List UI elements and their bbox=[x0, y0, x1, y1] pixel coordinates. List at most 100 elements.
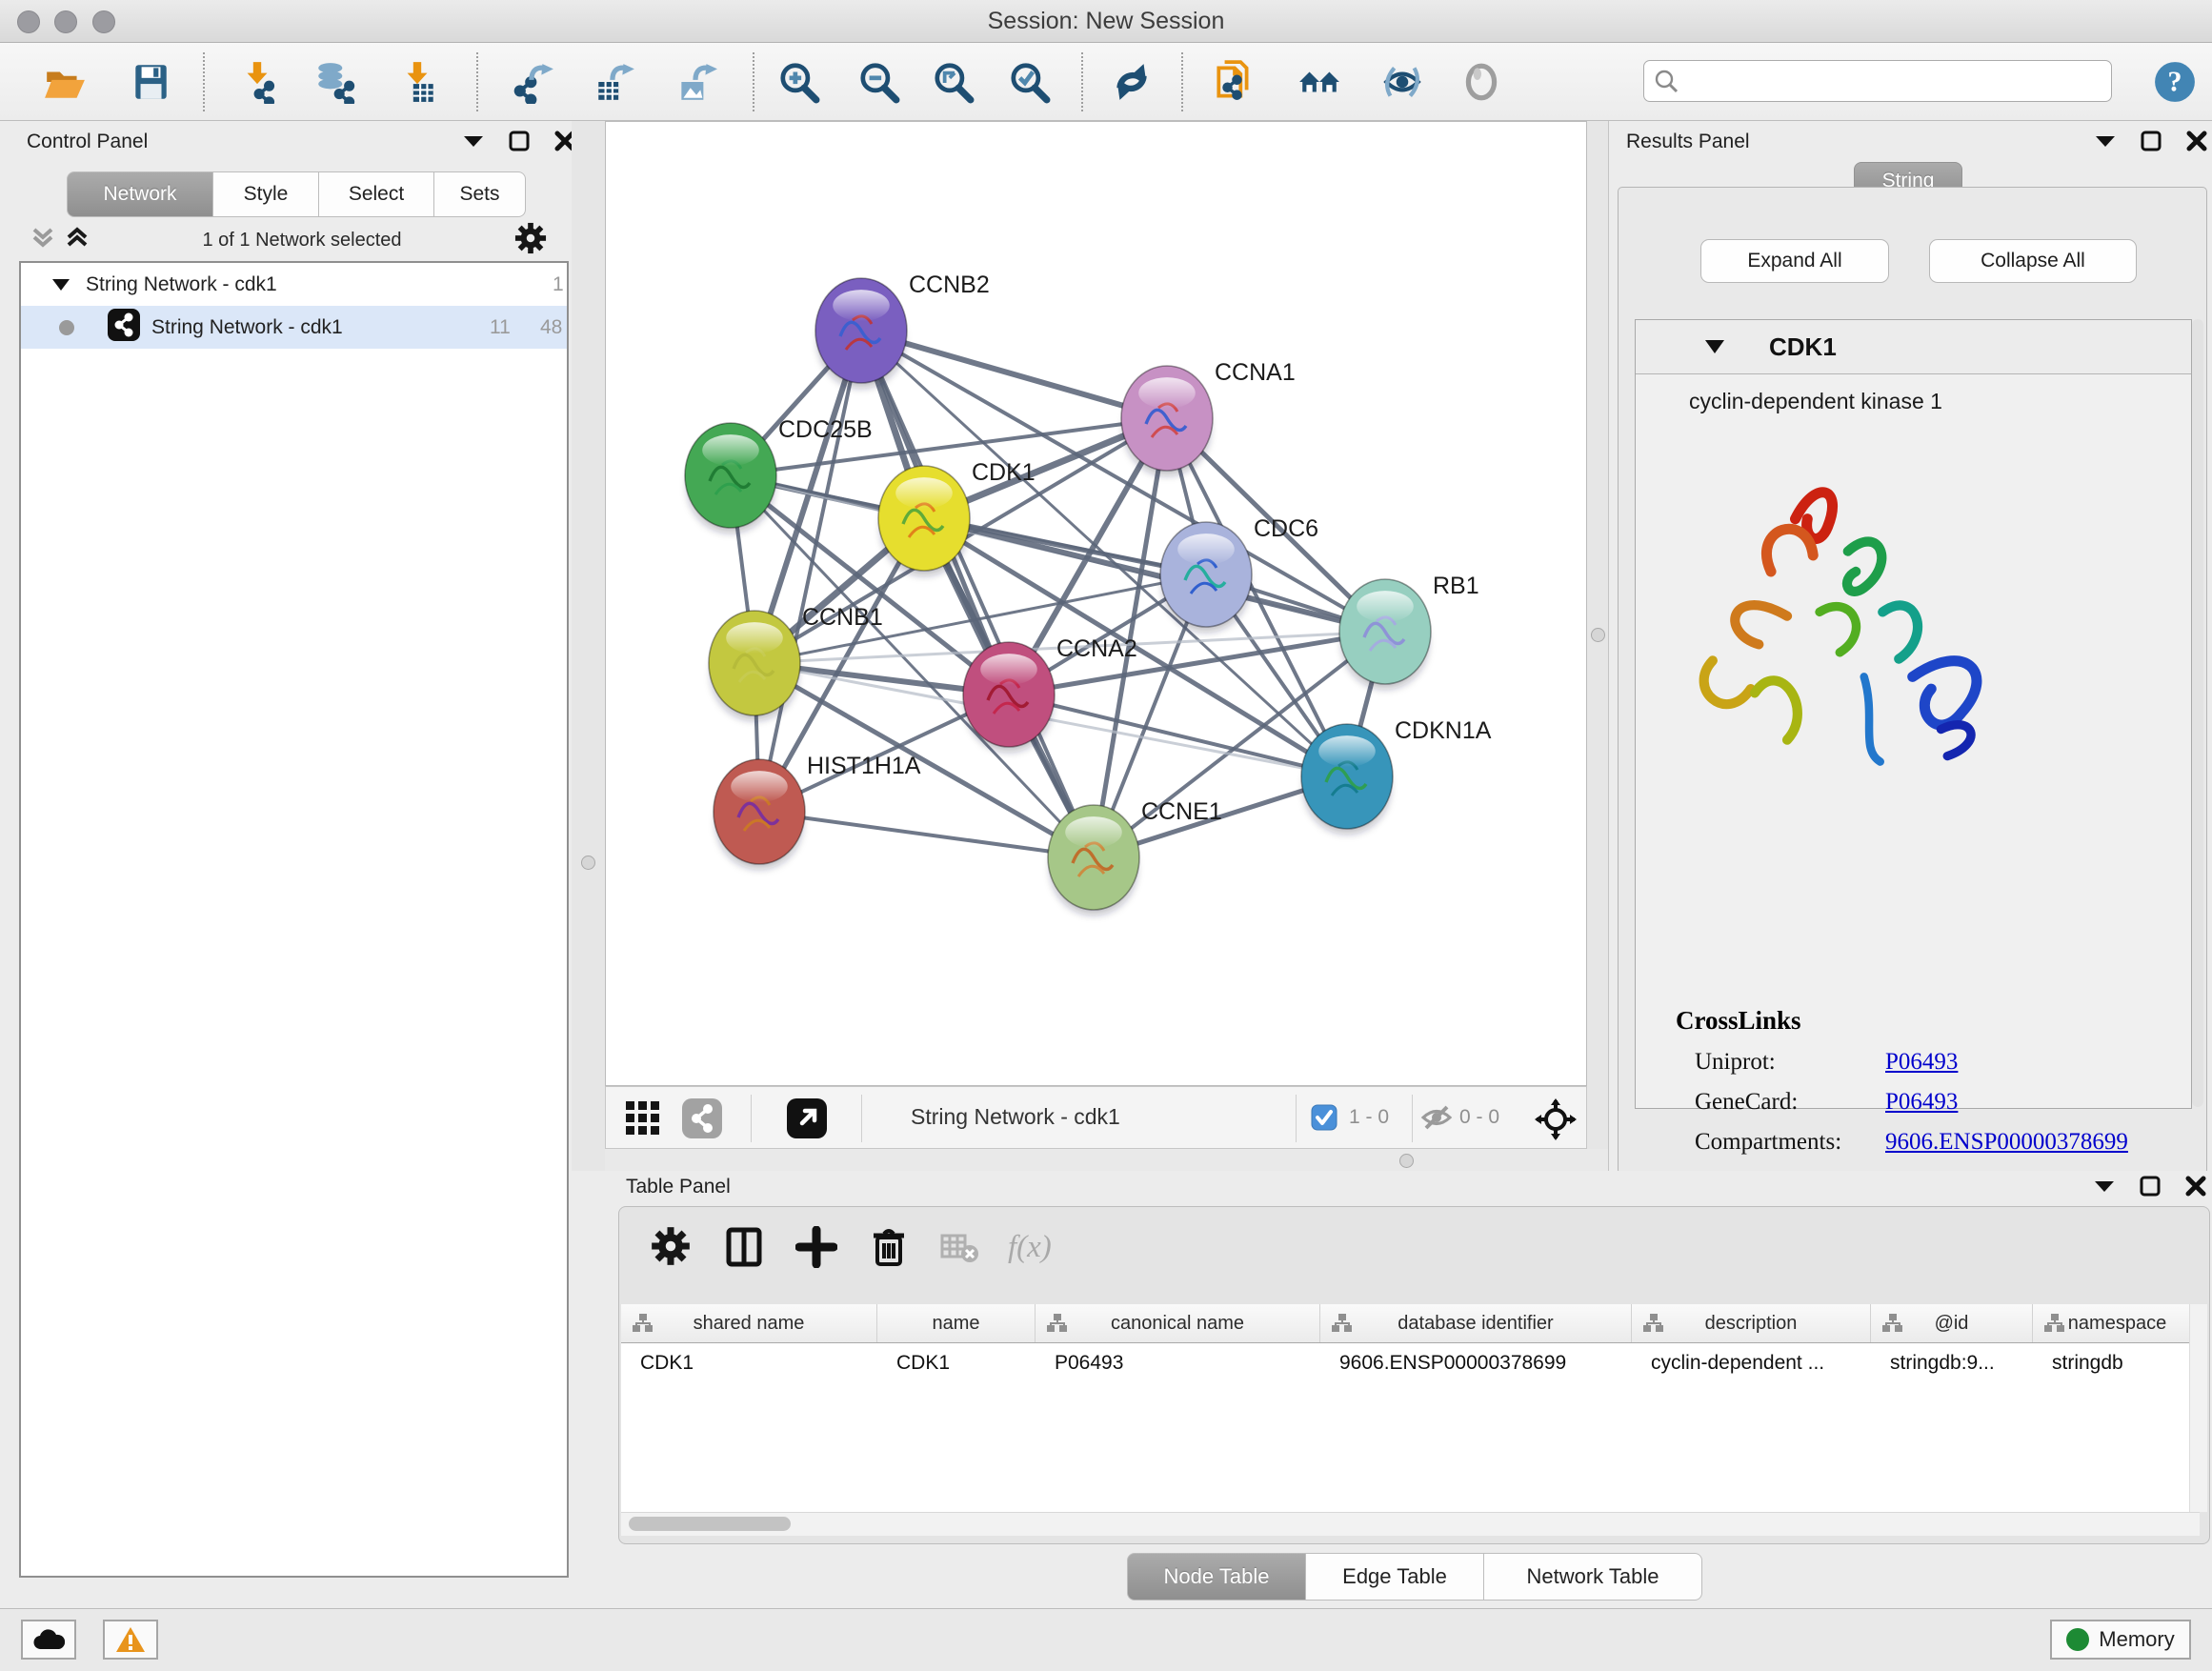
network-node-cdk1[interactable]: CDK1 bbox=[878, 459, 1036, 575]
show-eye-icon[interactable] bbox=[1459, 60, 1503, 104]
panel-close-icon[interactable] bbox=[2183, 1174, 2208, 1198]
zoom-in-icon[interactable] bbox=[776, 60, 820, 104]
export-image-icon[interactable] bbox=[674, 60, 717, 104]
table-vertical-scrollbar[interactable] bbox=[2189, 1304, 2207, 1512]
crosslink-link[interactable]: P06493 bbox=[1885, 1089, 1958, 1116]
tab-network[interactable]: Network bbox=[67, 171, 213, 217]
panel-menu-icon[interactable] bbox=[2092, 1174, 2117, 1198]
network-collection-row[interactable]: String Network - cdk1 1 bbox=[21, 263, 567, 306]
hide-eye-slash-icon[interactable] bbox=[1380, 60, 1424, 104]
entry-header[interactable]: CDK1 bbox=[1636, 320, 2191, 374]
table-horizontal-scrollbar[interactable] bbox=[621, 1512, 2200, 1536]
homes-icon[interactable] bbox=[1297, 60, 1341, 104]
export-network-icon[interactable] bbox=[512, 60, 555, 104]
column-header-name[interactable]: name bbox=[877, 1304, 1036, 1342]
zoom-out-icon[interactable] bbox=[856, 60, 900, 104]
network-node-hist1h1a[interactable]: HIST1H1A bbox=[714, 753, 921, 869]
search-field[interactable] bbox=[1643, 60, 2112, 102]
network-node-ccnb1[interactable]: CCNB1 bbox=[709, 604, 883, 720]
tab-style[interactable]: Style bbox=[213, 171, 319, 217]
cloud-status-button[interactable] bbox=[21, 1620, 76, 1660]
network-node-ccne1[interactable]: CCNE1 bbox=[1048, 798, 1222, 915]
table-settings-gear-icon[interactable] bbox=[651, 1226, 693, 1268]
zoom-selected-icon[interactable] bbox=[1007, 60, 1051, 104]
panel-close-icon[interactable] bbox=[2184, 129, 2209, 153]
tab-select[interactable]: Select bbox=[319, 171, 434, 217]
table-cell[interactable]: CDK1 bbox=[877, 1352, 1036, 1375]
network-node-ccna2[interactable]: CCNA2 bbox=[963, 635, 1137, 752]
open-session-icon[interactable] bbox=[43, 60, 87, 104]
function-builder-icon[interactable]: f(x) bbox=[1008, 1230, 1052, 1265]
panel-menu-icon[interactable] bbox=[2093, 129, 2118, 153]
crosslink-link[interactable]: P06493 bbox=[1885, 1049, 1958, 1076]
network-node-ccnb2[interactable]: CCNB2 bbox=[815, 272, 990, 388]
panel-menu-icon[interactable] bbox=[461, 129, 486, 153]
help-icon[interactable]: ? bbox=[2153, 60, 2197, 104]
table-cell[interactable]: stringdb:9... bbox=[1871, 1352, 2033, 1375]
column-header-description[interactable]: description bbox=[1632, 1304, 1871, 1342]
tab-network-table[interactable]: Network Table bbox=[1484, 1553, 1702, 1601]
splitter-handle[interactable] bbox=[581, 856, 595, 870]
table-type-tabs: Node TableEdge TableNetwork Table bbox=[1127, 1553, 1702, 1601]
network-row-selected[interactable]: String Network - cdk1 11 48 bbox=[21, 306, 567, 349]
tab-node-table[interactable]: Node Table bbox=[1127, 1553, 1306, 1601]
string-view-icon[interactable] bbox=[682, 1098, 722, 1143]
column-header-namespace[interactable]: namespace bbox=[2033, 1304, 2200, 1342]
left-splitter[interactable] bbox=[572, 121, 605, 1171]
fit-content-crosshair-icon[interactable] bbox=[1535, 1098, 1577, 1145]
expand-all-chevrons-icon[interactable] bbox=[65, 226, 90, 255]
panel-float-icon[interactable] bbox=[2138, 1174, 2162, 1198]
zoom-fit-icon[interactable] bbox=[931, 60, 975, 104]
import-network-database-icon[interactable] bbox=[313, 60, 357, 104]
collapse-arrow-icon[interactable] bbox=[1704, 339, 1725, 354]
network-edge[interactable] bbox=[759, 331, 861, 812]
open-in-window-icon[interactable] bbox=[787, 1098, 827, 1143]
warnings-button[interactable] bbox=[103, 1620, 158, 1660]
right-splitter[interactable] bbox=[1587, 121, 1608, 1171]
network-node-cdc6[interactable]: CDC6 bbox=[1160, 515, 1318, 632]
splitter-handle[interactable] bbox=[1399, 1154, 1414, 1168]
export-table-icon[interactable] bbox=[593, 60, 636, 104]
gear-icon[interactable] bbox=[514, 222, 547, 259]
tab-sets[interactable]: Sets bbox=[434, 171, 526, 217]
results-scrollbar[interactable] bbox=[2192, 319, 2203, 1107]
table-row[interactable]: CDK1CDK1P064939606.ENSP00000378699cyclin… bbox=[621, 1343, 2200, 1383]
network-edge[interactable] bbox=[759, 812, 1094, 857]
selected-checkbox-icon[interactable] bbox=[1311, 1104, 1337, 1136]
panel-float-icon[interactable] bbox=[507, 129, 532, 153]
expand-all-button[interactable]: Expand All bbox=[1700, 239, 1889, 283]
memory-button[interactable]: Memory bbox=[2050, 1620, 2191, 1660]
crosslink-link[interactable]: 9606.ENSP00000378699 bbox=[1885, 1129, 2128, 1156]
add-column-plus-icon[interactable] bbox=[795, 1226, 837, 1268]
table-cell[interactable]: CDK1 bbox=[621, 1352, 877, 1375]
network-node-rb1[interactable]: RB1 bbox=[1339, 573, 1479, 689]
network-node-cdkn1a[interactable]: CDKN1A bbox=[1301, 717, 1492, 834]
column-header--id[interactable]: @id bbox=[1871, 1304, 2033, 1342]
column-header-canonical-name[interactable]: canonical name bbox=[1036, 1304, 1320, 1342]
table-cell[interactable]: 9606.ENSP00000378699 bbox=[1320, 1352, 1632, 1375]
delete-column-trash-icon[interactable] bbox=[868, 1226, 910, 1268]
splitter-handle[interactable] bbox=[1591, 628, 1605, 642]
network-canvas[interactable]: CCNB2CCNA1CDC25BCDK1CDC6RB1CCNB1CCNA2CDK… bbox=[605, 121, 1587, 1086]
import-network-icon[interactable] bbox=[235, 60, 279, 104]
select-columns-icon[interactable] bbox=[723, 1226, 765, 1268]
save-session-icon[interactable] bbox=[129, 60, 172, 104]
import-table-icon[interactable] bbox=[395, 60, 439, 104]
hidden-eye-slash-icon[interactable] bbox=[1419, 1103, 1454, 1137]
table-cell[interactable]: stringdb bbox=[2033, 1352, 2200, 1375]
expander-arrow-icon[interactable] bbox=[51, 278, 70, 292]
table-cell[interactable]: cyclin-dependent ... bbox=[1632, 1352, 1871, 1375]
delete-table-icon[interactable] bbox=[938, 1226, 980, 1268]
tab-edge-table[interactable]: Edge Table bbox=[1306, 1553, 1484, 1601]
birds-eye-grid-icon[interactable] bbox=[625, 1100, 661, 1141]
refresh-icon[interactable] bbox=[1110, 60, 1154, 104]
panel-float-icon[interactable] bbox=[2139, 129, 2163, 153]
column-header-shared-name[interactable]: shared name bbox=[621, 1304, 877, 1342]
scrollbar-thumb[interactable] bbox=[629, 1517, 791, 1531]
clone-network-icon[interactable] bbox=[1212, 60, 1256, 104]
search-input[interactable] bbox=[1679, 69, 2092, 93]
collapse-all-button[interactable]: Collapse All bbox=[1929, 239, 2137, 283]
table-cell[interactable]: P06493 bbox=[1036, 1352, 1320, 1375]
column-header-database-identifier[interactable]: database identifier bbox=[1320, 1304, 1632, 1342]
collapse-all-chevrons-icon[interactable] bbox=[30, 226, 55, 255]
